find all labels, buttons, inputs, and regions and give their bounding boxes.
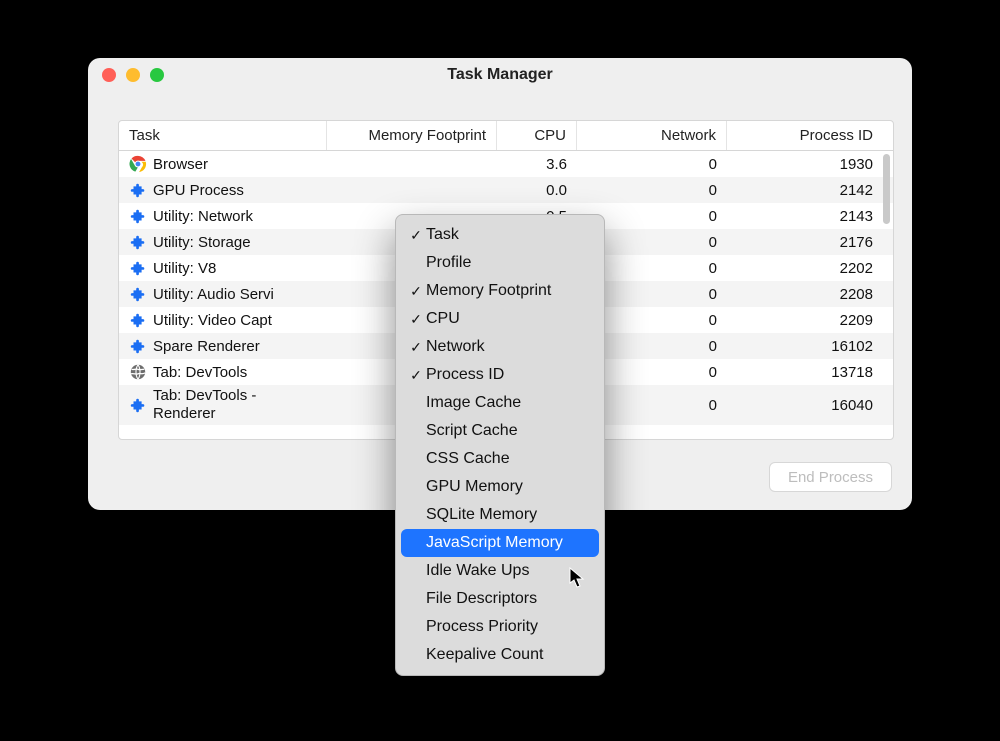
menu-item[interactable]: JavaScript Memory xyxy=(401,529,599,557)
ext-icon xyxy=(129,181,147,199)
menu-item[interactable]: Script Cache xyxy=(396,417,604,445)
menu-item-label: File Descriptors xyxy=(426,590,590,608)
cell-network: 0 xyxy=(577,156,727,173)
checkmark-icon: ✓ xyxy=(406,367,426,384)
cell-task: Tab: DevTools - Renderer xyxy=(119,387,327,423)
menu-item-label: Network xyxy=(426,338,590,356)
ext-icon xyxy=(129,337,147,355)
menu-item[interactable]: ✓Memory Footprint xyxy=(396,277,604,305)
menu-item[interactable]: ✓Network xyxy=(396,333,604,361)
cell-task: Utility: Network xyxy=(119,207,327,225)
ext-icon xyxy=(129,259,147,277)
cell-pid: 2176 xyxy=(727,234,883,251)
cell-pid: 1930 xyxy=(727,156,883,173)
menu-item-label: JavaScript Memory xyxy=(426,534,590,552)
zoom-icon[interactable] xyxy=(150,68,164,82)
titlebar: Task Manager xyxy=(88,58,912,92)
cell-task: Utility: Video Capt xyxy=(119,311,327,329)
process-name: Spare Renderer xyxy=(153,338,260,355)
cell-task: Spare Renderer xyxy=(119,337,327,355)
cell-cpu: 0.0 xyxy=(497,182,577,199)
menu-item-label: SQLite Memory xyxy=(426,506,590,524)
menu-item-label: Task xyxy=(426,226,590,244)
menu-item[interactable]: Idle Wake Ups xyxy=(396,557,604,585)
table-header: Task Memory Footprint CPU Network Proces… xyxy=(119,121,893,151)
column-header-memory[interactable]: Memory Footprint xyxy=(327,121,497,150)
menu-item-label: CSS Cache xyxy=(426,450,590,468)
scrollbar-thumb[interactable] xyxy=(883,154,890,224)
menu-item-label: Process ID xyxy=(426,366,590,384)
cell-task: Browser xyxy=(119,155,327,173)
checkmark-icon: ✓ xyxy=(406,339,426,356)
process-name: Utility: Network xyxy=(153,208,253,225)
cell-pid: 13718 xyxy=(727,364,883,381)
ext-icon xyxy=(129,311,147,329)
column-header-network[interactable]: Network xyxy=(577,121,727,150)
process-name: Utility: Storage xyxy=(153,234,251,251)
checkmark-icon: ✓ xyxy=(406,227,426,244)
cell-task: Utility: V8 xyxy=(119,259,327,277)
table-row[interactable]: Browser 3.601930 xyxy=(119,151,893,177)
menu-item-label: Profile xyxy=(426,254,590,272)
globe-icon xyxy=(129,363,147,381)
process-name: Utility: V8 xyxy=(153,260,216,277)
cell-task: Utility: Audio Servi xyxy=(119,285,327,303)
menu-item[interactable]: Image Cache xyxy=(396,389,604,417)
ext-icon xyxy=(129,207,147,225)
cell-pid: 2143 xyxy=(727,208,883,225)
menu-item-label: Keepalive Count xyxy=(426,646,590,664)
process-name: GPU Process xyxy=(153,182,244,199)
cell-pid: 16102 xyxy=(727,338,883,355)
menu-item[interactable]: ✓CPU xyxy=(396,305,604,333)
cell-task: Utility: Storage xyxy=(119,233,327,251)
table-row[interactable]: GPU Process 0.002142 xyxy=(119,177,893,203)
cell-task: Tab: DevTools xyxy=(119,363,327,381)
cell-network: 0 xyxy=(577,182,727,199)
menu-item[interactable]: ✓Task xyxy=(396,221,604,249)
checkmark-icon: ✓ xyxy=(406,311,426,328)
window-title: Task Manager xyxy=(88,66,912,84)
menu-item-label: Idle Wake Ups xyxy=(426,562,590,580)
cell-pid: 2208 xyxy=(727,286,883,303)
column-header-cpu[interactable]: CPU xyxy=(497,121,577,150)
menu-item-label: GPU Memory xyxy=(426,478,590,496)
menu-item[interactable]: GPU Memory xyxy=(396,473,604,501)
process-name: Utility: Video Capt xyxy=(153,312,272,329)
menu-item-label: Script Cache xyxy=(426,422,590,440)
end-process-button[interactable]: End Process xyxy=(769,462,892,492)
process-name: Utility: Audio Servi xyxy=(153,286,274,303)
column-header-task[interactable]: Task xyxy=(119,121,327,150)
menu-item[interactable]: CSS Cache xyxy=(396,445,604,473)
cell-pid: 2202 xyxy=(727,260,883,277)
ext-icon xyxy=(129,233,147,251)
menu-item[interactable]: ✓Process ID xyxy=(396,361,604,389)
menu-item-label: Image Cache xyxy=(426,394,590,412)
footer: End Process xyxy=(769,462,892,492)
menu-item[interactable]: SQLite Memory xyxy=(396,501,604,529)
minimize-icon[interactable] xyxy=(126,68,140,82)
column-header-pid[interactable]: Process ID xyxy=(727,121,883,150)
menu-item[interactable]: Process Priority xyxy=(396,613,604,641)
process-name: Tab: DevTools xyxy=(153,364,247,381)
cell-pid: 2142 xyxy=(727,182,883,199)
menu-item-label: CPU xyxy=(426,310,590,328)
process-name: Tab: DevTools - Renderer xyxy=(153,387,317,423)
window-controls xyxy=(102,68,164,82)
column-context-menu[interactable]: ✓TaskProfile✓Memory Footprint✓CPU✓Networ… xyxy=(395,214,605,676)
menu-item[interactable]: Keepalive Count xyxy=(396,641,604,669)
menu-item-label: Process Priority xyxy=(426,618,590,636)
ext-icon xyxy=(129,396,147,414)
menu-item[interactable]: Profile xyxy=(396,249,604,277)
process-name: Browser xyxy=(153,156,208,173)
checkmark-icon: ✓ xyxy=(406,283,426,300)
cell-task: GPU Process xyxy=(119,181,327,199)
cell-pid: 16040 xyxy=(727,397,883,414)
chrome-icon xyxy=(129,155,147,173)
cell-pid: 2209 xyxy=(727,312,883,329)
menu-item-label: Memory Footprint xyxy=(426,282,590,300)
menu-item[interactable]: File Descriptors xyxy=(396,585,604,613)
ext-icon xyxy=(129,285,147,303)
cell-cpu: 3.6 xyxy=(497,156,577,173)
close-icon[interactable] xyxy=(102,68,116,82)
